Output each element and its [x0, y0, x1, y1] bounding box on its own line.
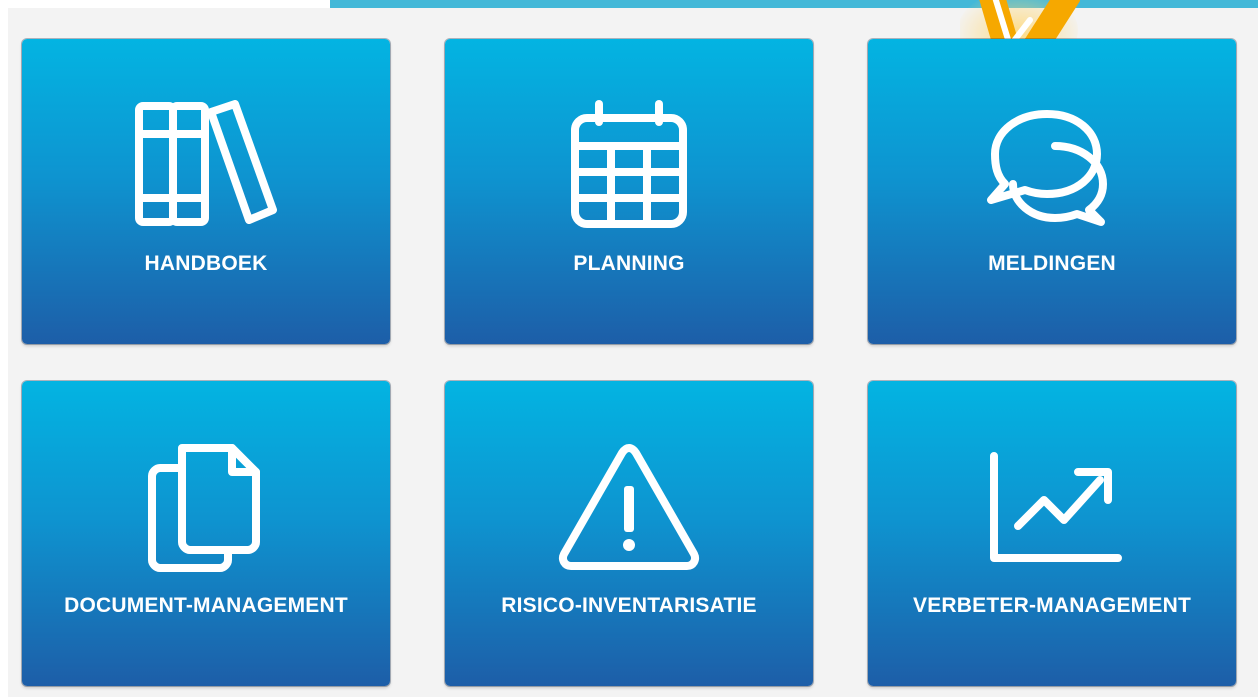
tile-label: MELDINGEN	[988, 252, 1116, 275]
tile-label: RISICO-INVENTARISATIE	[501, 594, 757, 617]
chat-bubbles-icon	[987, 110, 1107, 226]
tile-verbeter-management[interactable]: VERBETER-MANAGEMENT	[868, 381, 1236, 686]
tile-planning[interactable]: PLANNING	[445, 39, 813, 344]
books-icon	[135, 100, 277, 226]
top-bar-left	[0, 0, 330, 8]
tile-meldingen[interactable]: MELDINGEN	[868, 39, 1236, 344]
tile-label: VERBETER-MANAGEMENT	[913, 594, 1191, 617]
top-bar-accent	[330, 0, 1258, 8]
tile-label: PLANNING	[573, 252, 685, 275]
tile-document-management[interactable]: DOCUMENT-MANAGEMENT	[22, 381, 390, 686]
tile-risico-inventarisatie[interactable]: RISICO-INVENTARISATIE	[445, 381, 813, 686]
warning-icon	[559, 444, 699, 570]
tile-label: HANDBOEK	[144, 252, 268, 275]
left-edge-strip	[0, 8, 8, 697]
trend-chart-icon	[990, 452, 1122, 562]
calendar-icon	[571, 100, 687, 228]
tile-handboek[interactable]: HANDBOEK	[22, 39, 390, 344]
documents-icon	[148, 444, 260, 572]
tile-label: DOCUMENT-MANAGEMENT	[64, 594, 348, 617]
